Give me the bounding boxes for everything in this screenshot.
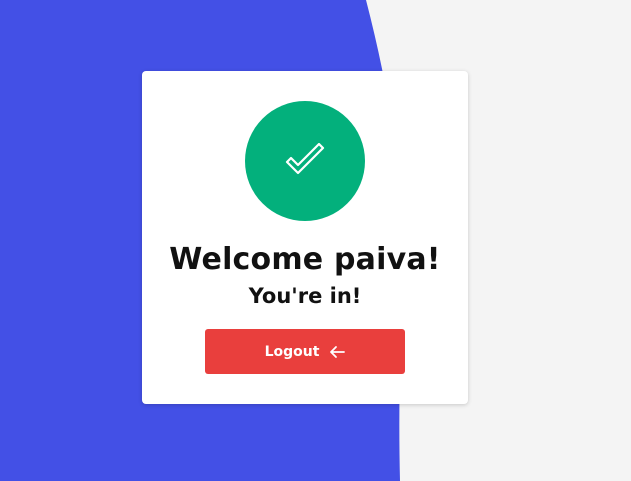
logout-button[interactable]: Logout <box>205 329 405 374</box>
check-icon <box>285 143 325 175</box>
welcome-title: Welcome paiva! <box>169 242 441 277</box>
arrow-left-icon <box>329 345 346 359</box>
welcome-card: Welcome paiva! You're in! Logout <box>142 71 468 404</box>
welcome-subtitle: You're in! <box>248 284 362 308</box>
success-circle <box>245 101 365 221</box>
logout-label: Logout <box>264 343 320 360</box>
